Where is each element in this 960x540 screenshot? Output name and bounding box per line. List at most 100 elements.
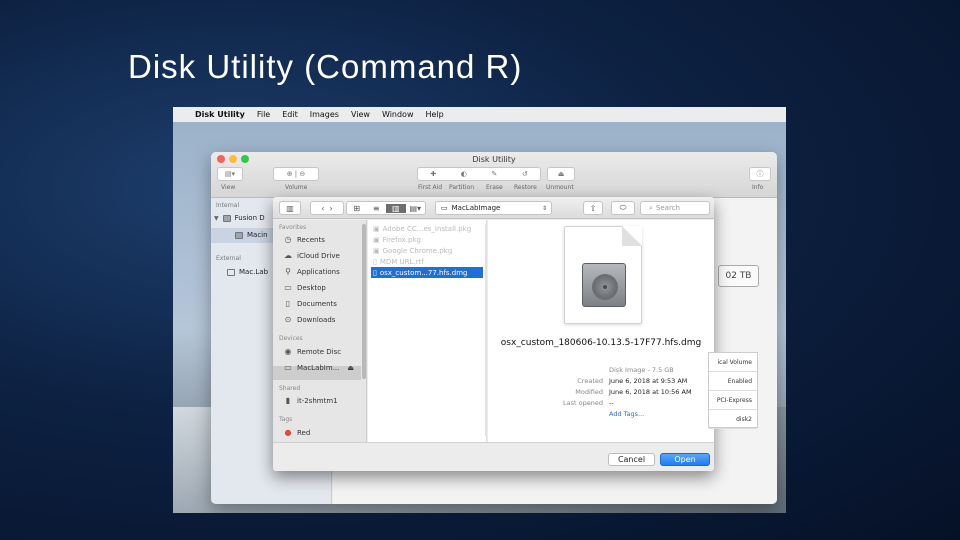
download-icon: ⊙ [284,315,292,324]
menu-edit[interactable]: Edit [282,110,298,119]
volume-label: Volume [285,184,308,191]
icon-view-icon[interactable]: ⊞ [347,204,367,213]
restore-icon[interactable]: ↺ [510,170,541,178]
volume-button[interactable]: ⊕ | ⊖ [273,167,319,181]
view-button[interactable]: ▤▾ [217,167,243,181]
devices-heading: Devices [279,335,303,342]
document-icon: ▯ [373,257,377,266]
package-icon: ▣ [373,224,380,233]
menu-file[interactable]: File [257,110,270,119]
erase-icon[interactable]: ✎ [479,170,510,178]
column-divider[interactable] [485,224,487,436]
sidebar-item-downloads[interactable]: ⊙ Downloads [283,315,336,324]
window-title: Disk Utility [472,155,516,164]
sidebar-item-label: Downloads [297,315,336,324]
back-icon[interactable]: ‹ [321,204,324,213]
open-button[interactable]: Open [660,453,710,466]
eject-icon[interactable]: ⏏ [347,364,354,372]
cloud-icon: ☁ [284,251,292,260]
first-aid-icon[interactable]: ✚ [418,170,449,178]
menu-window[interactable]: Window [382,110,414,119]
cancel-button[interactable]: Cancel [608,453,655,466]
computer-icon: ▮ [285,396,291,405]
search-field[interactable]: ⌕ Search [640,201,710,215]
sidebar-item-label: iCloud Drive [297,251,340,260]
clock-icon: ◷ [284,235,292,244]
menu-help[interactable]: Help [426,110,444,119]
search-placeholder: Search [655,204,680,212]
external-heading: External [216,255,241,262]
menu-images[interactable]: Images [310,110,339,119]
sidebar-item-recents[interactable]: ◷ Recents [283,235,325,244]
add-remove-icon: ⊕ | ⊖ [286,170,306,178]
sidebar-item-shared-computer[interactable]: ▮ it-2shmtm1 [283,396,338,405]
dialog-sidebar: Favorites ◷ Recents ☁ iCloud Drive ⚲ Applic… [273,220,367,442]
preview-kind: Disk Image - 7.5 GB [609,366,674,374]
partition-icon[interactable]: ◐ [449,170,480,178]
package-icon: ▣ [373,246,380,255]
disclosure-triangle-icon[interactable]: ▼ [214,215,219,222]
file-item-selected[interactable]: ▯ osx_custom...77.hfs.dmg [371,267,483,278]
sidebar-item-label: it-2shmtm1 [297,396,338,405]
info-row: Enabled [709,372,757,391]
info-row: ical Volume [709,353,757,372]
location-popup[interactable]: ▭ MacLabImage ⇕ [435,201,552,215]
slide-title: Disk Utility (Command R) [128,48,523,85]
menu-app-name[interactable]: Disk Utility [195,110,245,119]
back-forward-button[interactable]: ‹ › [310,201,344,215]
file-name: MDM URL.rtf [379,257,424,266]
sidebar-item-maclabimage[interactable]: ▭ MacLabIm... ⏏ [283,363,354,372]
sidebar-scrollbar[interactable] [362,224,366,379]
tags-button[interactable]: ⬭ [611,201,635,215]
list-view-icon[interactable]: ≡ [367,204,387,213]
erase-label: Erase [486,184,503,191]
external-disk-icon [227,268,235,276]
file-name: osx_custom...77.hfs.dmg [379,268,468,277]
open-dialog: ▥ ‹ › ⊞ ≡ ▥ ▤▾ ▭ MacLabImage ⇕ ⇧ ⬭ ⌕ Sea… [273,197,714,471]
sidebar-item-maclab[interactable]: Mac.Lab [227,268,268,276]
info-label: Info [752,184,764,191]
modified-value: June 6, 2018 at 10:56 AM [609,388,692,396]
forward-icon[interactable]: › [330,204,333,213]
menu-view[interactable]: View [351,110,370,119]
sidebar-item-label: Recents [297,235,325,244]
sidebar-item-documents[interactable]: ▯ Documents [283,299,337,308]
sidebar-item-macintosh[interactable]: Macin [235,231,268,239]
file-item[interactable]: ▣ Google Chrome.pkg [371,245,483,256]
file-item[interactable]: ▣ Firefox.pkg [371,234,483,245]
sidebar-item-label: Mac.Lab [239,268,269,276]
created-value: June 6, 2018 at 9:53 AM [609,377,688,385]
last-opened-value: -- [609,399,614,407]
add-tags-link[interactable]: Add Tags... [609,410,644,418]
sidebar-item-icloud[interactable]: ☁ iCloud Drive [283,251,340,260]
actions-group: ✚ ◐ ✎ ↺ [417,167,541,181]
info-table: ical Volume Enabled PCI-Express disk2 [708,352,758,429]
share-button[interactable]: ⇧ [583,201,603,215]
shared-heading: Shared [279,385,301,392]
sidebar-item-applications[interactable]: ⚲ Applications [283,267,340,276]
sidebar-item-label: Documents [297,299,337,308]
sidebar-item-desktop[interactable]: ▭ Desktop [283,283,326,292]
disk-icon [235,231,243,239]
sidebar-item-tag-red[interactable]: ● Red [283,428,311,437]
file-item[interactable]: ▣ Adobe CC...es_Install.pkg [371,223,483,234]
unmount-button[interactable]: ⏏ [547,167,575,181]
sidebar-item-remote-disc[interactable]: ◉ Remote Disc [283,347,342,356]
file-name: Firefox.pkg [382,235,421,244]
dialog-footer: Cancel Open [273,442,714,471]
sidebar-item-label: Remote Disc [297,347,342,356]
eject-icon: ⏏ [557,170,565,178]
preview-pane: osx_custom_180606-10.13.5-17F77.hfs.dmg … [488,220,714,442]
gallery-view-icon[interactable]: ▤▾ [406,204,426,213]
file-item[interactable]: ▯ MDM URL.rtf [371,256,483,267]
sidebar-toggle-button[interactable]: ▥ [279,201,301,215]
du-titlebar: Disk Utility ▤▾ View ⊕ | ⊖ Volume ✚ ◐ ✎ … [211,152,777,198]
modified-label: Modified [575,388,603,396]
unmount-label: Unmount [546,184,574,191]
view-mode-group: ⊞ ≡ ▥ ▤▾ [346,201,426,215]
menu-bar: Disk Utility File Edit Images View Windo… [173,107,786,122]
sidebar-item-fusion[interactable]: ▼ Fusion D [214,214,265,222]
info-button[interactable]: ⓘ [749,167,771,181]
sidebar-icon: ▥ [286,203,294,213]
column-view-icon[interactable]: ▥ [386,203,406,213]
